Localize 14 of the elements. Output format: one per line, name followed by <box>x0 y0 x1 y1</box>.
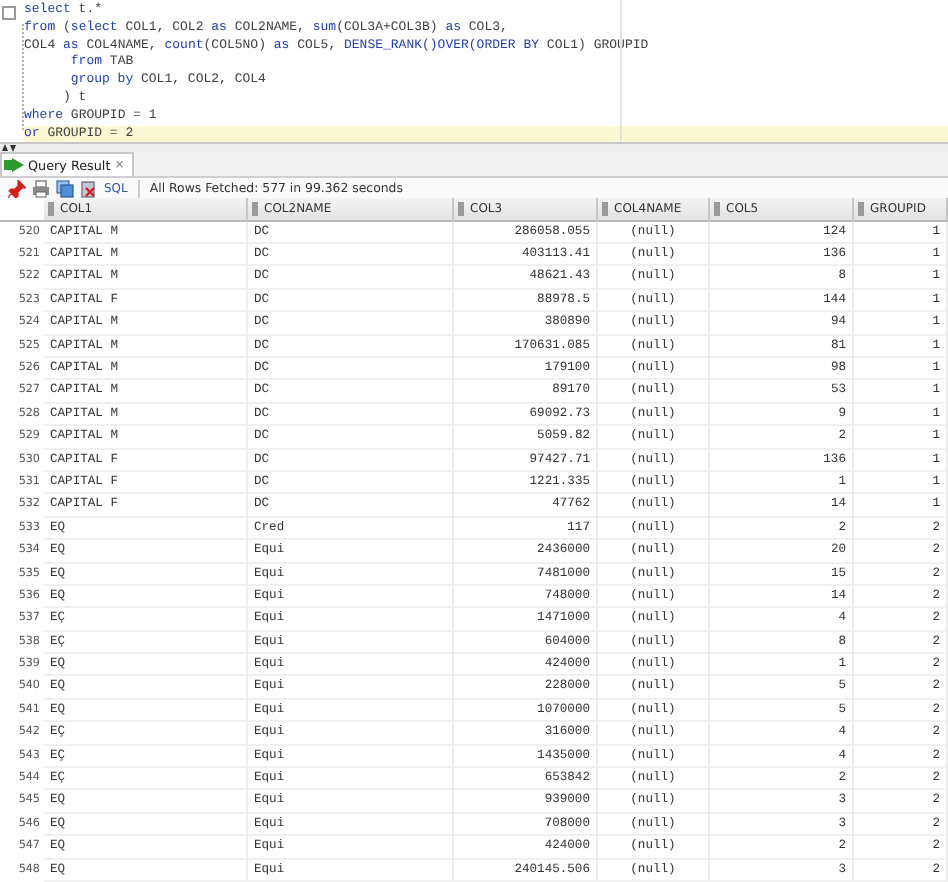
splitter-arrows-icon[interactable] <box>2 144 16 153</box>
sql-editor[interactable] <box>0 0 948 145</box>
grip-icon <box>602 201 608 216</box>
pin-icon[interactable] <box>8 179 26 198</box>
run-icon <box>4 158 24 173</box>
export-icon[interactable] <box>56 179 74 198</box>
grip-icon <box>858 201 864 216</box>
grip-icon <box>252 201 258 216</box>
printer-icon[interactable] <box>32 179 50 198</box>
grip-icon <box>48 201 54 216</box>
grip-icon <box>714 201 720 216</box>
fold-icon[interactable] <box>2 6 16 20</box>
delete-icon[interactable] <box>80 179 98 198</box>
grip-icon <box>458 201 464 216</box>
